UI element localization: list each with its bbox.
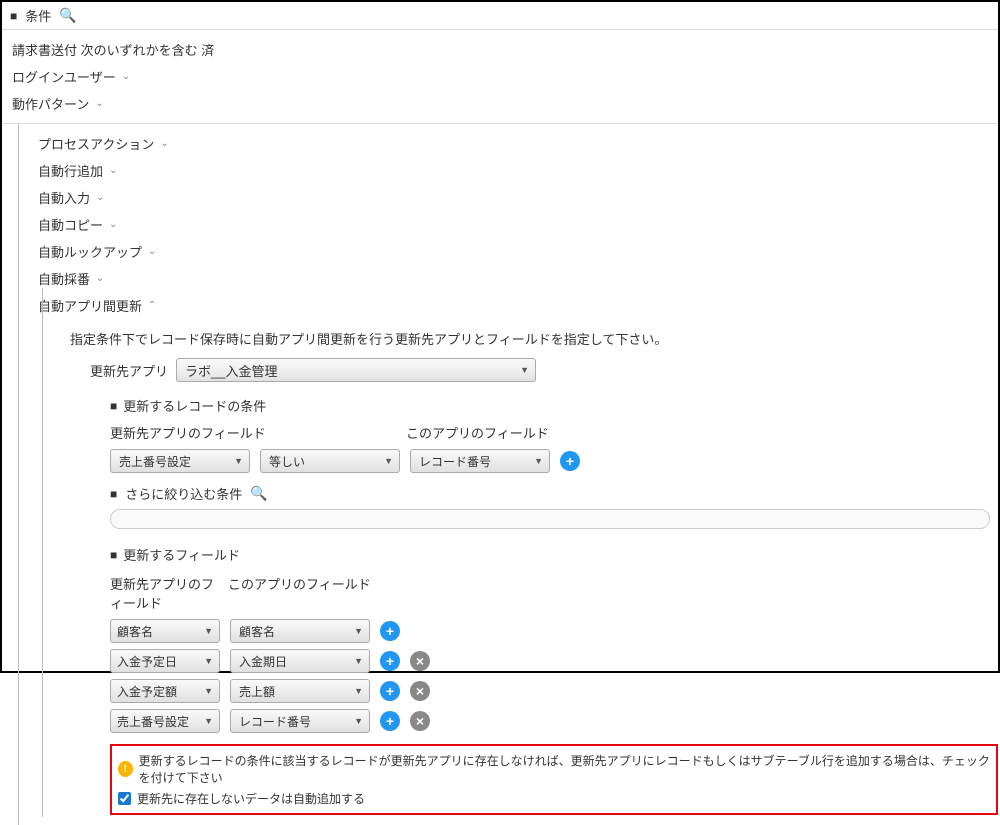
mapping-target-value: 売上番号設定 bbox=[117, 713, 189, 730]
mapping-source-value: 入金期日 bbox=[239, 653, 287, 670]
chevron-down-icon: ⌄ bbox=[96, 192, 104, 203]
this-field-header: このアプリのフィールド bbox=[406, 423, 549, 442]
mapping-target-select[interactable]: 入金予定日 bbox=[110, 649, 220, 673]
delete-mapping-button[interactable]: × bbox=[410, 651, 430, 671]
header-title: 条件 bbox=[25, 6, 51, 25]
mapping-target-value: 入金予定日 bbox=[117, 653, 177, 670]
tree-guide-line bbox=[18, 124, 19, 825]
add-condition-button[interactable]: + bbox=[560, 451, 580, 471]
auto-add-label: 更新先に存在しないデータは自動追加する bbox=[137, 790, 365, 807]
target-field-header: 更新先アプリのフィールド bbox=[110, 423, 398, 442]
tree-auto-copy[interactable]: 自動コピー ⌄ bbox=[18, 211, 998, 238]
warning-text: 更新するレコードの条件に該当するレコードが更新先アプリに存在しなければ、更新先ア… bbox=[139, 752, 990, 786]
update-fields-title: 更新するフィールド bbox=[123, 545, 240, 564]
mapping-source-value: 顧客名 bbox=[239, 623, 275, 640]
tree-label: 自動入力 bbox=[38, 188, 90, 207]
tree-label: プロセスアクション bbox=[38, 134, 154, 153]
tree-auto-row-add[interactable]: 自動行追加 ⌄ bbox=[18, 157, 998, 184]
filter-input[interactable] bbox=[110, 509, 990, 529]
mapping-source-value: レコード番号 bbox=[239, 713, 311, 730]
tree-auto-app-update[interactable]: 自動アプリ間更新 ⌃ bbox=[18, 292, 998, 319]
target-app-select[interactable]: ラボ__入金管理 bbox=[176, 358, 536, 382]
mapping-source-select[interactable]: レコード番号 bbox=[230, 709, 370, 733]
filter-behavior-label: 動作パターン bbox=[12, 94, 89, 113]
add-mapping-button[interactable]: + bbox=[380, 711, 400, 731]
section-marker-icon: ■ bbox=[10, 9, 17, 23]
cond-op-value: 等しい bbox=[269, 453, 305, 470]
chevron-up-icon: ⌃ bbox=[148, 300, 156, 311]
delete-mapping-button[interactable]: × bbox=[410, 681, 430, 701]
chevron-down-icon: ⌄ bbox=[122, 71, 130, 82]
field-header-this: このアプリのフィールド bbox=[228, 574, 371, 612]
target-app-label: 更新先アプリ bbox=[90, 361, 168, 380]
mapping-source-value: 売上額 bbox=[239, 683, 275, 700]
search-icon[interactable]: 🔍 bbox=[59, 7, 76, 24]
filter-behavior-pattern[interactable]: 動作パターン ⌄ bbox=[12, 90, 988, 117]
chevron-down-icon: ⌄ bbox=[96, 273, 104, 284]
tree-label: 自動コピー bbox=[38, 215, 103, 234]
filter-line-1[interactable]: 請求書送付 次のいずれかを含む 済 bbox=[12, 36, 988, 63]
section-marker-icon: ■ bbox=[110, 487, 117, 501]
chevron-down-icon: ⌄ bbox=[148, 246, 156, 257]
tree-label: 自動ルックアップ bbox=[38, 242, 142, 261]
add-mapping-button[interactable]: + bbox=[380, 621, 400, 641]
mapping-target-value: 顧客名 bbox=[117, 623, 153, 640]
add-mapping-button[interactable]: + bbox=[380, 651, 400, 671]
chevron-down-icon: ⌄ bbox=[160, 138, 168, 149]
mapping-target-select[interactable]: 売上番号設定 bbox=[110, 709, 220, 733]
cond-field-value: 売上番号設定 bbox=[119, 453, 191, 470]
add-mapping-button[interactable]: + bbox=[380, 681, 400, 701]
section-marker-icon: ■ bbox=[110, 548, 117, 562]
mapping-row: 入金予定日 入金期日 + × bbox=[110, 646, 998, 676]
cond-value: レコード番号 bbox=[419, 453, 491, 470]
field-header-target: 更新先アプリのフィールド bbox=[110, 574, 220, 612]
tree-auto-input[interactable]: 自動入力 ⌄ bbox=[18, 184, 998, 211]
chevron-down-icon: ⌄ bbox=[109, 219, 117, 230]
section-marker-icon: ■ bbox=[110, 399, 117, 413]
cond-operator-select[interactable]: 等しい bbox=[260, 449, 400, 473]
target-app-value: ラボ__入金管理 bbox=[185, 361, 277, 380]
warning-icon: ! bbox=[118, 761, 133, 777]
chevron-down-icon: ⌄ bbox=[109, 165, 117, 176]
record-condition-title: 更新するレコードの条件 bbox=[123, 396, 266, 415]
auto-add-checkbox[interactable] bbox=[118, 792, 131, 805]
mapping-row: 顧客名 顧客名 + bbox=[110, 616, 998, 646]
mapping-source-select[interactable]: 顧客名 bbox=[230, 619, 370, 643]
instruction-text: 指定条件下でレコード保存時に自動アプリ間更新を行う更新先アプリとフィールドを指定… bbox=[70, 323, 998, 354]
more-filter-label: さらに絞り込む条件 bbox=[125, 484, 242, 503]
mapping-target-select[interactable]: 入金予定額 bbox=[110, 679, 220, 703]
mapping-row: 売上番号設定 レコード番号 + × bbox=[110, 706, 998, 736]
filter-login-label: ログインユーザー bbox=[12, 67, 116, 86]
tree-guide-line-2 bbox=[42, 288, 43, 817]
auto-add-highlight-box: ! 更新するレコードの条件に該当するレコードが更新先アプリに存在しなければ、更新… bbox=[110, 744, 998, 815]
tree-auto-number[interactable]: 自動採番 ⌄ bbox=[18, 265, 998, 292]
tree-label: 自動採番 bbox=[38, 269, 90, 288]
mapping-target-select[interactable]: 顧客名 bbox=[110, 619, 220, 643]
filter-login-user[interactable]: ログインユーザー ⌄ bbox=[12, 63, 988, 90]
tree-process-action[interactable]: プロセスアクション ⌄ bbox=[18, 130, 998, 157]
tree-auto-lookup[interactable]: 自動ルックアップ ⌄ bbox=[18, 238, 998, 265]
tree-label: 自動アプリ間更新 bbox=[38, 296, 142, 315]
search-icon[interactable]: 🔍 bbox=[250, 485, 267, 502]
mapping-target-value: 入金予定額 bbox=[117, 683, 177, 700]
cond-this-field-select[interactable]: レコード番号 bbox=[410, 449, 550, 473]
delete-mapping-button[interactable]: × bbox=[410, 711, 430, 731]
filter-text: 請求書送付 次のいずれかを含む 済 bbox=[12, 40, 214, 59]
mapping-source-select[interactable]: 売上額 bbox=[230, 679, 370, 703]
mapping-row: 入金予定額 売上額 + × bbox=[110, 676, 998, 706]
cond-target-field-select[interactable]: 売上番号設定 bbox=[110, 449, 250, 473]
chevron-down-icon: ⌄ bbox=[95, 98, 103, 109]
mapping-source-select[interactable]: 入金期日 bbox=[230, 649, 370, 673]
tree-label: 自動行追加 bbox=[38, 161, 103, 180]
